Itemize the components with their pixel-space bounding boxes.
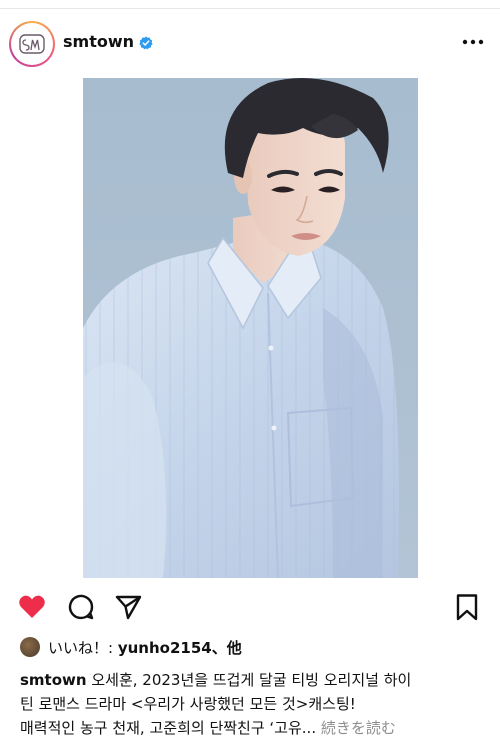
post-header: smtown bbox=[0, 18, 500, 70]
likes-text: いいね！: yunho2154、他 bbox=[48, 638, 242, 657]
bookmark-icon[interactable] bbox=[452, 592, 482, 622]
likes-row: いいね！: yunho2154、他 bbox=[20, 636, 242, 658]
caption-line-1: 오세훈, 2023년을 뜨겁게 달굴 티빙 오리지널 하이 bbox=[91, 671, 412, 689]
liker-username[interactable]: yunho2154 bbox=[118, 639, 212, 657]
post-username[interactable]: smtown bbox=[63, 32, 134, 51]
caption-line-3: 매력적인 농구 천재, 고준희의 단짝친구 ‘고유... bbox=[20, 719, 317, 737]
comment-icon[interactable] bbox=[66, 592, 96, 622]
post-photo[interactable] bbox=[83, 78, 418, 578]
liker-avatar[interactable] bbox=[20, 637, 40, 657]
post-caption: smtown 오세훈, 2023년을 뜨겁게 달굴 티빙 오리지널 하이 틴 로… bbox=[20, 668, 490, 740]
action-bar bbox=[0, 588, 500, 624]
avatar[interactable] bbox=[9, 21, 55, 67]
caption-username[interactable]: smtown bbox=[20, 671, 87, 689]
share-icon[interactable] bbox=[113, 592, 143, 622]
likes-others[interactable]: 、他 bbox=[212, 639, 242, 657]
portrait-image bbox=[83, 78, 418, 578]
top-divider bbox=[0, 8, 500, 9]
read-more-link[interactable]: 続きを読む bbox=[321, 719, 396, 737]
verified-icon bbox=[139, 36, 153, 50]
caption-line-2: 틴 로맨스 드라마 <우리가 사랑했던 모든 것>캐스팅! bbox=[20, 695, 356, 713]
heart-icon[interactable] bbox=[17, 592, 47, 622]
more-icon[interactable] bbox=[462, 38, 484, 46]
smtown-logo-icon bbox=[19, 34, 45, 54]
